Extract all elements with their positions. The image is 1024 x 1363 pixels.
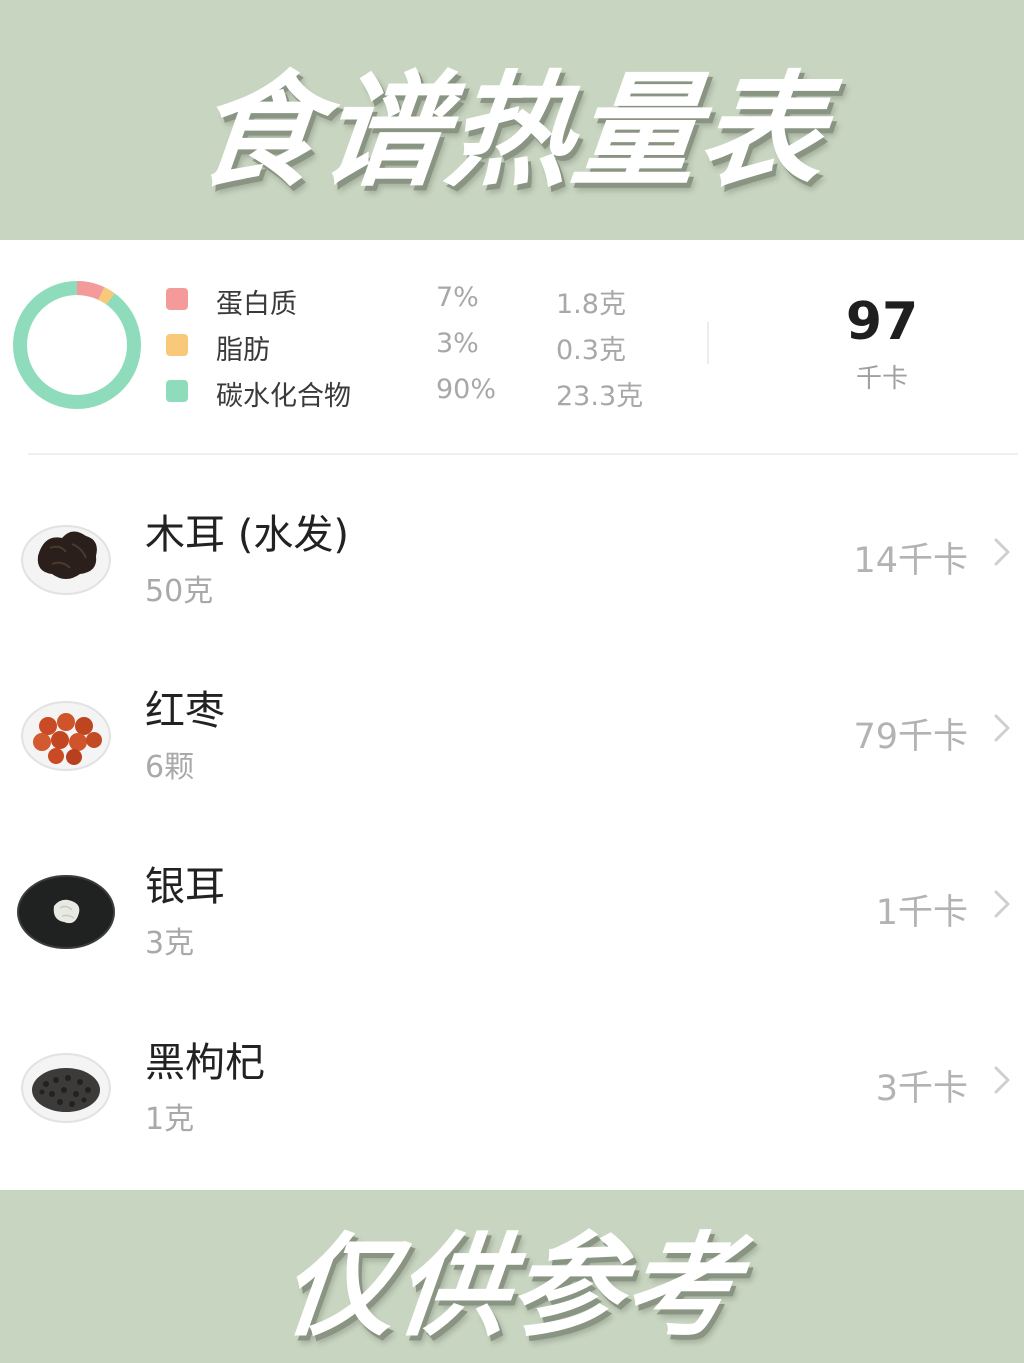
fat-swatch <box>166 334 188 356</box>
legend-row-fat: 脂肪 3% 0.3克 <box>166 326 686 366</box>
vertical-divider <box>707 322 709 364</box>
ingredient-name: 黑枸杞 <box>145 1040 265 1086</box>
chevron-right-icon <box>994 538 1010 566</box>
legend-row-protein: 蛋白质 7% 1.8克 <box>166 280 686 320</box>
legend-grams: 23.3克 <box>556 381 644 412</box>
macro-donut-chart <box>13 281 141 409</box>
legend-name: 脂肪 <box>216 335 270 366</box>
legend-percent: 90% <box>436 374 497 405</box>
black-fungus-icon <box>21 525 111 595</box>
ingredient-row-black-goji[interactable]: 黑枸杞 1克 3千卡 <box>0 1008 1024 1184</box>
ingredient-name: 银耳 <box>145 864 225 910</box>
ingredient-row-red-dates[interactable]: 红枣 6颗 79千卡 <box>0 656 1024 832</box>
ingredient-kcal: 79千卡 <box>853 717 968 757</box>
chevron-right-icon <box>994 1066 1010 1094</box>
horizontal-divider <box>28 453 1018 455</box>
ingredient-quantity: 6颗 <box>145 750 195 785</box>
legend-percent: 7% <box>436 282 479 313</box>
ingredient-name: 木耳 (水发) <box>145 512 349 558</box>
chevron-right-icon <box>994 890 1010 918</box>
ingredient-quantity: 1克 <box>145 1102 195 1137</box>
ingredient-row-white-fungus[interactable]: 银耳 3克 1千卡 <box>0 832 1024 1008</box>
protein-swatch <box>166 288 188 310</box>
black-goji-icon <box>21 1053 111 1123</box>
legend-name: 碳水化合物 <box>216 381 351 412</box>
footer-text: 仅供参考 <box>276 1221 746 1352</box>
page-title: 食谱热量表 <box>188 60 834 204</box>
red-dates-icon <box>21 701 111 771</box>
recipe-card: 蛋白质 7% 1.8克 脂肪 3% 0.3克 碳水化合物 90% 23.3克 9… <box>0 240 1024 1190</box>
legend-percent: 3% <box>436 328 479 359</box>
legend-name: 蛋白质 <box>216 289 297 320</box>
chevron-right-icon <box>994 714 1010 742</box>
nutrition-summary: 蛋白质 7% 1.8克 脂肪 3% 0.3克 碳水化合物 90% 23.3克 9… <box>0 240 1024 455</box>
total-kcal-unit: 千卡 <box>855 364 908 394</box>
total-kcal-value: 97 <box>845 292 919 352</box>
ingredient-kcal: 3千卡 <box>875 1069 968 1109</box>
title-banner: 食谱热量表 <box>0 0 1024 240</box>
ingredient-kcal: 1千卡 <box>875 893 968 933</box>
carbs-swatch <box>166 380 188 402</box>
ingredient-name: 红枣 <box>145 688 225 734</box>
footer-banner: 仅供参考 <box>0 1190 1024 1363</box>
ingredient-quantity: 3克 <box>145 926 195 961</box>
legend-grams: 1.8克 <box>556 289 626 320</box>
white-fungus-icon <box>17 875 115 949</box>
donut-carbs-arc <box>13 281 141 409</box>
ingredient-quantity: 50克 <box>145 574 214 609</box>
ingredient-row-black-fungus[interactable]: 木耳 (水发) 50克 14千卡 <box>0 480 1024 656</box>
ingredient-kcal: 14千卡 <box>853 541 968 581</box>
legend-row-carbs: 碳水化合物 90% 23.3克 <box>166 372 686 412</box>
legend-grams: 0.3克 <box>556 335 626 366</box>
